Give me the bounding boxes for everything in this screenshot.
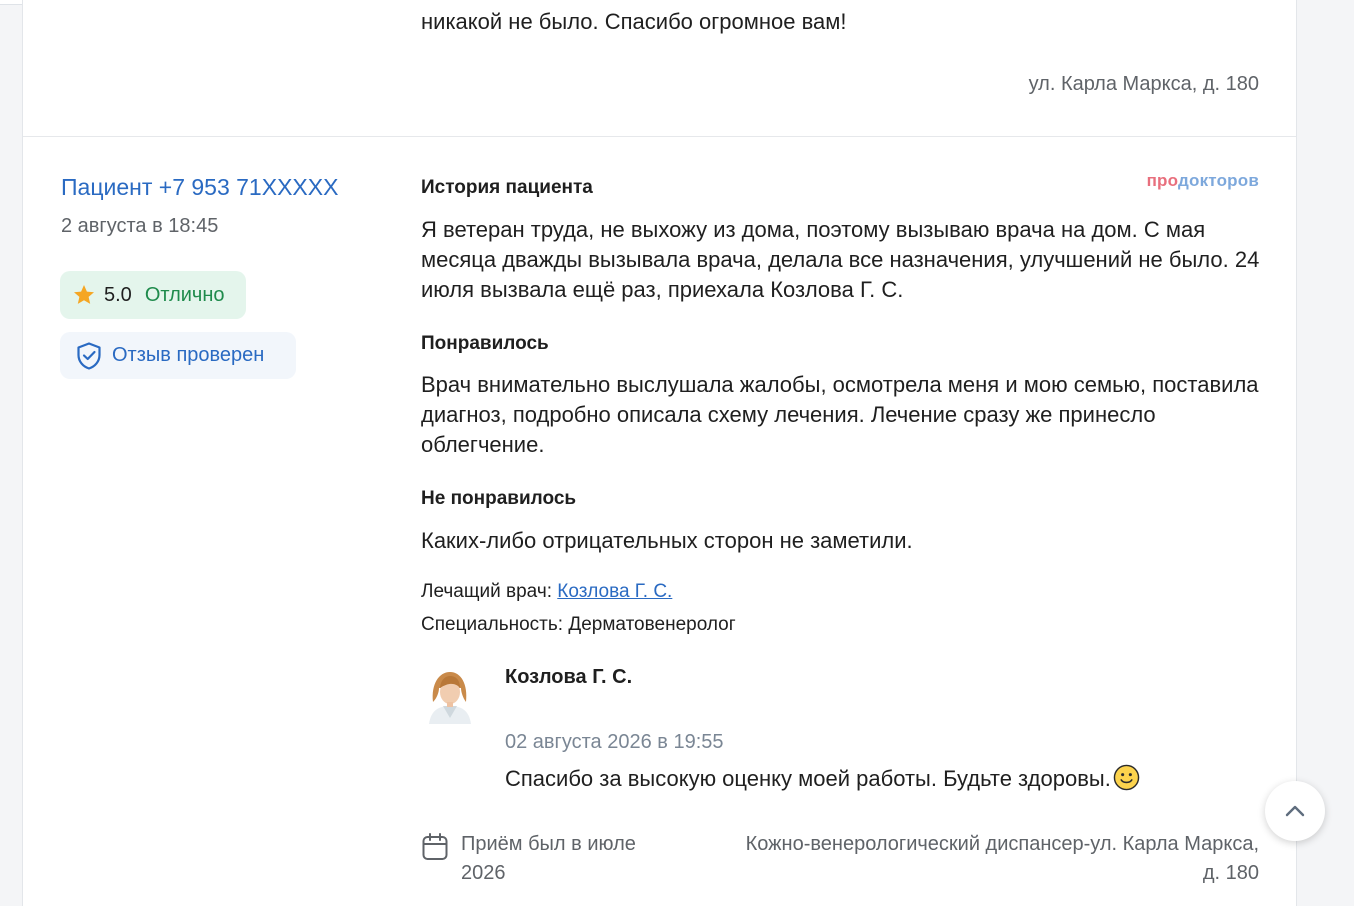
reply-text-row: Спасибо за высокую оценку моей работы. Б… — [505, 764, 1140, 794]
prodoktorov-logo: продокторов — [1146, 171, 1259, 190]
doctor-label: Лечащий врач: — [421, 581, 552, 602]
disliked-text: Каких-либо отрицательных сторон не замет… — [421, 528, 913, 553]
specialty-value: Дерматовенеролог — [568, 614, 736, 635]
verified-label: Отзыв проверен — [112, 344, 265, 366]
specialty-label: Специальность: — [421, 614, 564, 635]
visit-info: Приём был в июле 2026 — [421, 830, 681, 888]
reply-date: 02 августа 2026 в 19:55 — [505, 731, 724, 753]
reply-text: Спасибо за высокую оценку моей работы. Б… — [505, 766, 1111, 791]
chevron-up-icon — [1285, 805, 1305, 817]
visit-date: Приём был в июле 2026 — [461, 833, 636, 884]
history-text: Я ветеран труда, не выхожу из дома, поэт… — [421, 217, 1260, 302]
clinic-address: Кожно-венерологический диспансер-ул. Кар… — [745, 833, 1259, 884]
smile-emoji-icon — [1113, 764, 1140, 791]
calendar-icon — [422, 833, 448, 860]
rating-badge: 5.0 Отлично — [60, 271, 246, 319]
doctor-avatar — [421, 666, 479, 724]
doctor-link[interactable]: Козлова Г. С. — [557, 581, 672, 602]
rating-score: 5.0 — [104, 283, 132, 306]
review-author[interactable]: Пациент +7 953 71XXXXX — [61, 174, 338, 201]
rating-label: Отлично — [144, 283, 225, 306]
history-title: История пациента — [421, 177, 593, 198]
liked-text: Врач внимательно выслушала жалобы, осмот… — [421, 372, 1259, 457]
liked-title: Понравилось — [421, 333, 549, 354]
specialty-row: Специальность: Дерматовенеролог — [421, 614, 736, 636]
disliked-title: Не понравилось — [421, 488, 577, 509]
reviews-card: никакой не было. Спасибо огромное вам! у… — [22, 0, 1297, 906]
doctor-row: Лечащий врач: Козлова Г. С. — [421, 581, 672, 603]
previous-review-address: ул. Карла Маркса, д. 180 — [1028, 73, 1259, 95]
previous-review-text: никакой не было. Спасибо огромное вам! — [421, 9, 847, 34]
star-icon — [74, 285, 94, 304]
shield-check-icon — [77, 341, 101, 370]
verified-badge[interactable]: Отзыв проверен — [60, 332, 296, 379]
reply-author: Козлова Г. С. — [505, 666, 633, 688]
scroll-to-top-button[interactable] — [1265, 781, 1325, 841]
review-divider — [23, 136, 1296, 137]
review-date: 2 августа в 18:45 — [61, 215, 219, 237]
